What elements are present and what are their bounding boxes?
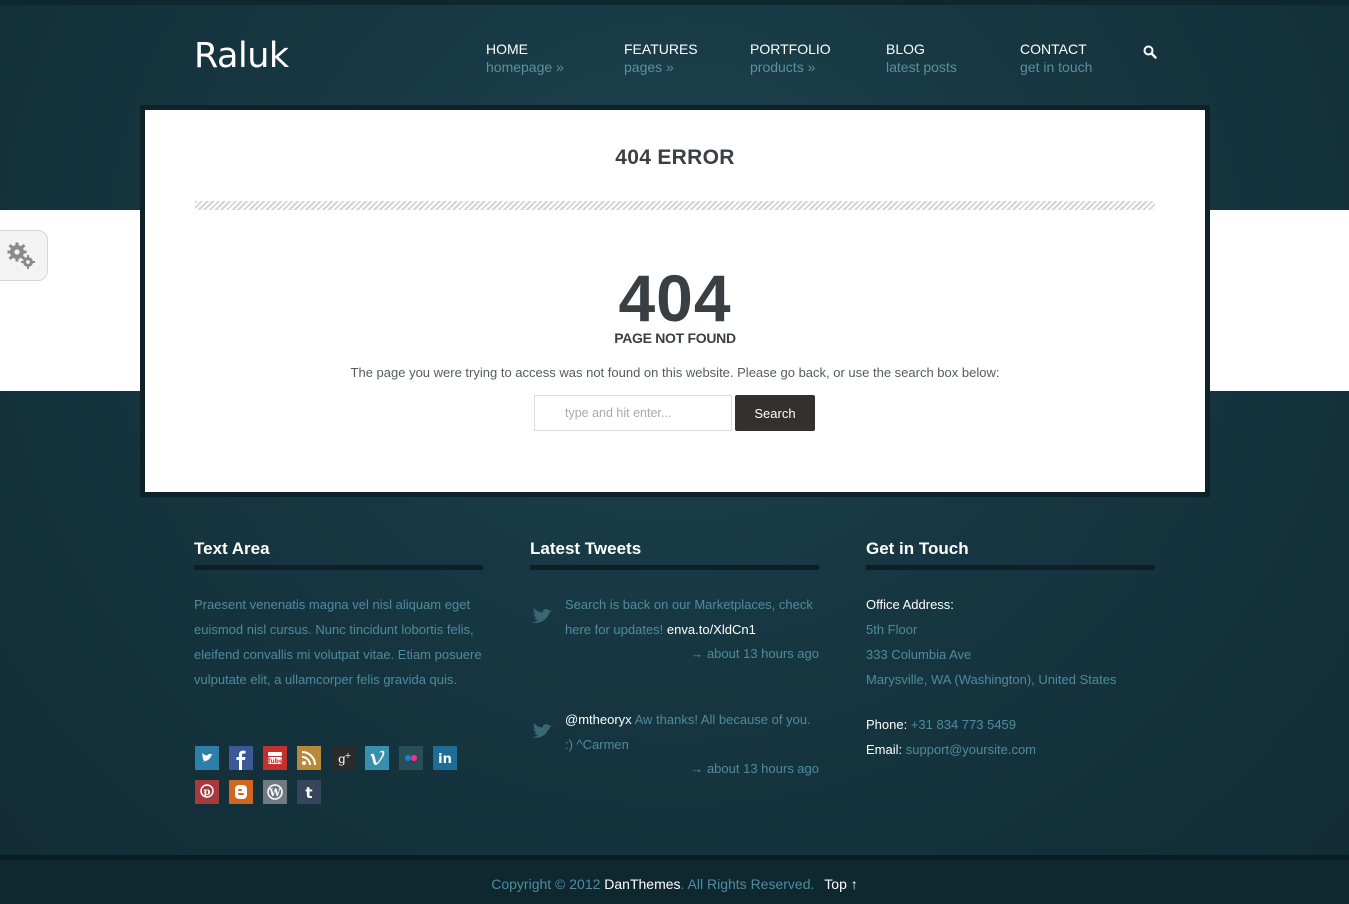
site-logo[interactable]: Raluk — [194, 36, 289, 76]
tweet-2-time[interactable]: → about 13 hours ago — [565, 761, 819, 776]
facebook-icon[interactable] — [229, 746, 253, 770]
address-line-2: 333 Columbia Ave — [866, 647, 972, 662]
copyright-prefix: Copyright © 2012 — [491, 876, 601, 892]
svg-text:Tube: Tube — [267, 758, 283, 765]
copyright: Copyright © 2012 DanThemes. All Rights R… — [0, 876, 1349, 892]
google-plus-icon[interactable]: g + — [331, 746, 355, 770]
twitter-bird-icon — [531, 721, 555, 741]
tweet-2: @mtheoryx Aw thanks! All because of you.… — [565, 707, 819, 757]
gears-icon — [7, 242, 35, 269]
nav-contact[interactable]: CONTACT get in touch — [1020, 40, 1092, 76]
error-message: The page you were trying to access was n… — [350, 365, 1000, 380]
svg-text:+: + — [345, 751, 352, 760]
nav-home[interactable]: HOME homepage » — [486, 40, 564, 76]
address-line-3: Marysville, WA (Washington), United Stat… — [866, 672, 1117, 687]
contact-title: Get in Touch — [866, 539, 969, 558]
linkedin-icon[interactable]: in — [433, 746, 457, 770]
svg-text:p: p — [204, 787, 211, 798]
svg-text:in: in — [438, 752, 452, 767]
svg-text:W: W — [268, 788, 281, 799]
content-card: 404 ERROR 404 PAGE NOT FOUND The page yo… — [145, 110, 1205, 492]
phone-line: Phone: +31 834 773 5459 — [866, 712, 1016, 737]
search-button[interactable]: Search — [735, 395, 815, 431]
text-area-rule — [194, 565, 483, 570]
contact-rule — [866, 565, 1155, 570]
phone-label: Phone: — [866, 717, 908, 732]
youtube-icon[interactable]: Tube — [263, 746, 287, 770]
nav-contact-title: CONTACT — [1020, 41, 1087, 57]
footer-bar: Copyright © 2012 DanThemes. All Rights R… — [0, 855, 1349, 904]
tweet-1: Search is back on our Marketplaces, chec… — [565, 592, 819, 642]
tumblr-icon[interactable]: t — [297, 780, 321, 804]
title-divider — [195, 201, 1155, 210]
text-area-body: Praesent venenatis magna vel nisl aliqua… — [194, 597, 482, 687]
nav-features-title: FEATURES — [624, 41, 698, 57]
rss-icon[interactable] — [297, 746, 321, 770]
tweets-rule — [530, 565, 819, 570]
nav-features[interactable]: FEATURES pages » — [624, 40, 698, 76]
tweet-1-link[interactable]: enva.to/XldCn1 — [667, 622, 756, 637]
nav-blog[interactable]: BLOG latest posts — [886, 40, 957, 76]
nav-home-sub: homepage » — [486, 59, 564, 75]
nav-blog-title: BLOG — [886, 41, 925, 57]
nav-portfolio-sub: products » — [750, 59, 816, 75]
tweet-2-handle[interactable]: @mtheoryx — [565, 712, 632, 727]
nav-contact-sub: get in touch — [1020, 59, 1093, 75]
wordpress-icon[interactable]: W — [263, 780, 287, 804]
blogger-icon[interactable] — [229, 780, 253, 804]
nav-portfolio[interactable]: PORTFOLIO products » — [750, 40, 831, 76]
tweets-title: Latest Tweets — [530, 539, 642, 558]
back-to-top-link[interactable]: Top ↑ — [824, 876, 857, 892]
error-label: PAGE NOT FOUND — [614, 330, 736, 346]
nav-features-sub: pages » — [624, 59, 674, 75]
email-label: Email: — [866, 742, 903, 757]
page-title: 404 ERROR — [615, 146, 735, 169]
svg-text:t: t — [305, 784, 312, 802]
twitter-bird-icon — [531, 606, 555, 626]
copyright-suffix: . All Rights Reserved. — [680, 876, 815, 892]
error-code: 404 — [618, 261, 732, 335]
twitter-icon[interactable] — [195, 746, 219, 770]
nav-portfolio-title: PORTFOLIO — [750, 41, 831, 57]
search-input[interactable] — [534, 395, 732, 431]
email-line: Email: support@yoursite.com — [866, 737, 1036, 762]
nav-blog-sub: latest posts — [886, 59, 957, 75]
email-link[interactable]: support@yoursite.com — [906, 742, 1036, 757]
tweet-1-time[interactable]: → about 13 hours ago — [565, 646, 819, 661]
phone-value: +31 834 773 5459 — [910, 717, 1017, 732]
text-area-title: Text Area — [194, 539, 270, 558]
settings-tab[interactable] — [0, 230, 48, 281]
search-icon[interactable] — [1142, 44, 1158, 60]
vimeo-icon[interactable] — [365, 746, 389, 770]
copyright-brand-link[interactable]: DanThemes — [604, 876, 680, 892]
top-bar — [0, 0, 1349, 5]
nav-home-title: HOME — [486, 41, 528, 57]
flickr-icon[interactable] — [399, 746, 423, 770]
pinterest-icon[interactable]: p — [195, 780, 219, 804]
address-line-1: 5th Floor — [866, 622, 918, 637]
address-label: Office Address: — [866, 597, 954, 612]
